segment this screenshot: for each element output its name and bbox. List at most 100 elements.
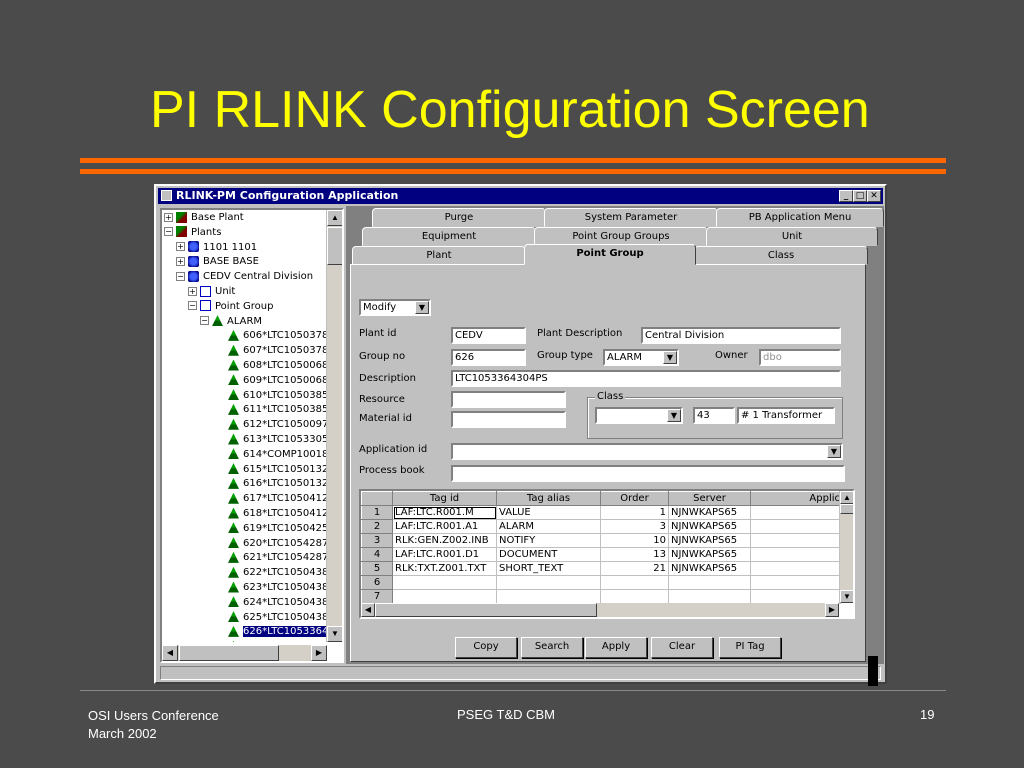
cell-tag[interactable]: LAF:LTC.R001.A1 — [392, 519, 497, 534]
tree-node[interactable]: 627*LTC1053364 — [228, 640, 327, 642]
cell-n[interactable]: 6 — [361, 575, 393, 590]
scroll-up-arrow-icon[interactable]: ▲ — [840, 491, 853, 504]
mode-select[interactable]: Modify ▼ — [359, 299, 431, 316]
cell-alias[interactable]: SHORT_TEXT — [496, 561, 601, 576]
cell-order[interactable]: 13 — [600, 547, 669, 562]
scroll-thumb[interactable] — [327, 227, 342, 265]
column-header-applic[interactable]: Applic — [750, 491, 841, 506]
tree-node[interactable]: 619*LTC1050425 — [228, 522, 327, 536]
tree-horizontal-scrollbar[interactable]: ◀ ▶ — [162, 645, 327, 661]
pi-tag-button[interactable]: PI Tag — [719, 637, 781, 658]
description-field[interactable]: LTC1053364304PS — [451, 370, 841, 387]
tree-node[interactable]: +1101 1101 — [176, 241, 257, 255]
grid-vertical-scrollbar[interactable]: ▲ ▼ — [839, 491, 853, 603]
collapse-icon[interactable]: − — [188, 301, 197, 311]
cell-order[interactable]: 10 — [600, 533, 669, 548]
scroll-left-arrow-icon[interactable]: ◀ — [162, 645, 178, 661]
grid-hscroll-thumb[interactable] — [375, 603, 597, 617]
cell-alias[interactable]: DOCUMENT — [496, 547, 601, 562]
tree-vertical-scrollbar[interactable]: ▲ ▼ — [326, 210, 342, 642]
tab-pb-application-menu[interactable]: PB Application Menu — [716, 208, 884, 227]
application-id-select[interactable]: ▼ — [451, 443, 843, 460]
column-header-tag-id[interactable]: Tag id — [392, 491, 497, 506]
tree-node[interactable]: 609*LTC1050068 — [228, 374, 327, 388]
column-header-server[interactable]: Server — [668, 491, 751, 506]
resource-field[interactable] — [451, 391, 566, 408]
tree-node[interactable]: − Plants — [164, 226, 221, 240]
tab-equipment[interactable]: Equipment — [362, 227, 536, 246]
tree-node[interactable]: 606*LTC1050378 — [228, 329, 327, 343]
collapse-icon[interactable]: − — [200, 316, 209, 326]
hscroll-thumb[interactable] — [179, 645, 279, 661]
table-row[interactable]: 1 LAF:LTC.R001.M VALUE 1 NJNWKAPS65 — [361, 505, 841, 520]
tree-node[interactable]: + BASE BASE — [176, 255, 259, 269]
cell-applic[interactable] — [750, 561, 841, 576]
chevron-down-icon[interactable]: ▼ — [667, 409, 681, 422]
tree-node[interactable]: 626*LTC1053364 — [228, 625, 327, 639]
scroll-up-arrow-icon[interactable]: ▲ — [327, 210, 342, 226]
search-button[interactable]: Search — [521, 637, 583, 658]
cell-order[interactable]: 21 — [600, 561, 669, 576]
column-header-tag-alias[interactable]: Tag alias — [496, 491, 601, 506]
cell-tag[interactable]: LAF:LTC.R001.D1 — [392, 547, 497, 562]
tab-plant[interactable]: Plant — [352, 246, 526, 265]
grid-corner[interactable] — [361, 491, 393, 506]
cell-alias[interactable]: NOTIFY — [496, 533, 601, 548]
tree-node[interactable]: 621*LTC1054287 — [228, 551, 327, 565]
class-number-field[interactable]: 43 — [693, 407, 735, 424]
cell-order[interactable] — [600, 589, 669, 604]
plant-tree[interactable]: + Base Plant − Plants +1101 1101 + BASE BASE − C… — [160, 208, 344, 663]
tag-grid[interactable]: Tag id Tag alias Order Server Applic 1 LA… — [359, 489, 855, 619]
tab-purge[interactable]: Purge — [372, 208, 546, 227]
cell-server[interactable]: NJNWKAPS65 — [668, 519, 751, 534]
cell-order[interactable]: 3 — [600, 519, 669, 534]
tree-node[interactable]: 617*LTC1050412 — [228, 492, 327, 506]
tree-node[interactable]: 622*LTC1050438 — [228, 566, 327, 580]
plant-id-field[interactable]: CEDV — [451, 327, 526, 344]
cell-order[interactable]: 1 — [600, 505, 669, 520]
expand-icon[interactable]: + — [164, 212, 173, 222]
group-no-field[interactable]: 626 — [451, 349, 526, 366]
tab-class[interactable]: Class — [694, 246, 868, 265]
expand-icon[interactable]: + — [176, 242, 185, 252]
table-row[interactable]: 7 — [361, 589, 841, 604]
class-select[interactable]: ▼ — [595, 407, 683, 424]
material-id-field[interactable] — [451, 411, 566, 428]
cell-tag[interactable]: RLK:TXT.Z001.TXT — [392, 561, 497, 576]
cell-order[interactable] — [600, 575, 669, 590]
plant-description-field[interactable]: Central Division — [641, 327, 841, 344]
chevron-down-icon[interactable]: ▼ — [415, 301, 429, 314]
tree-node[interactable]: − CEDV Central Division — [176, 270, 313, 284]
cell-server[interactable]: NJNWKAPS65 — [668, 533, 751, 548]
expand-icon[interactable]: + — [176, 256, 185, 266]
cell-n[interactable]: 3 — [361, 533, 393, 548]
apply-button[interactable]: Apply — [585, 637, 647, 658]
grid-scroll-thumb[interactable] — [840, 504, 853, 514]
table-row[interactable]: 2 LAF:LTC.R001.A1 ALARM 3 NJNWKAPS65 — [361, 519, 841, 534]
table-row[interactable]: 4 LAF:LTC.R001.D1 DOCUMENT 13 NJNWKAPS65 — [361, 547, 841, 562]
table-row[interactable]: 5 RLK:TXT.Z001.TXT SHORT_TEXT 21 NJNWKAPS65 — [361, 561, 841, 576]
tree-node[interactable]: 607*LTC1050378 — [228, 344, 327, 358]
collapse-icon[interactable]: − — [164, 227, 173, 237]
tree-node[interactable]: + Unit — [188, 285, 235, 299]
table-row[interactable]: 6 — [361, 575, 841, 590]
scroll-right-arrow-icon[interactable]: ▶ — [311, 645, 327, 661]
cell-server[interactable] — [668, 575, 751, 590]
chevron-down-icon[interactable]: ▼ — [663, 351, 677, 364]
table-row[interactable]: 3 RLK:GEN.Z002.INB NOTIFY 10 NJNWKAPS65 — [361, 533, 841, 548]
cell-n[interactable]: 4 — [361, 547, 393, 562]
cell-tag[interactable]: LAF:LTC.R001.M — [392, 505, 497, 520]
cell-tag[interactable] — [392, 575, 497, 590]
cell-n[interactable]: 5 — [361, 561, 393, 576]
tree-node[interactable]: 624*LTC1050438 — [228, 596, 327, 610]
process-book-field[interactable] — [451, 465, 845, 482]
cell-server[interactable]: NJNWKAPS65 — [668, 561, 751, 576]
cell-applic[interactable] — [750, 519, 841, 534]
cell-alias[interactable] — [496, 589, 601, 604]
cell-n[interactable]: 1 — [361, 505, 393, 520]
group-type-select[interactable]: ALARM ▼ — [603, 349, 679, 366]
tree-node[interactable]: 608*LTC1050068 — [228, 359, 327, 373]
cell-n[interactable]: 2 — [361, 519, 393, 534]
cell-server[interactable] — [668, 589, 751, 604]
tree-node[interactable]: − Point Group — [188, 300, 273, 314]
